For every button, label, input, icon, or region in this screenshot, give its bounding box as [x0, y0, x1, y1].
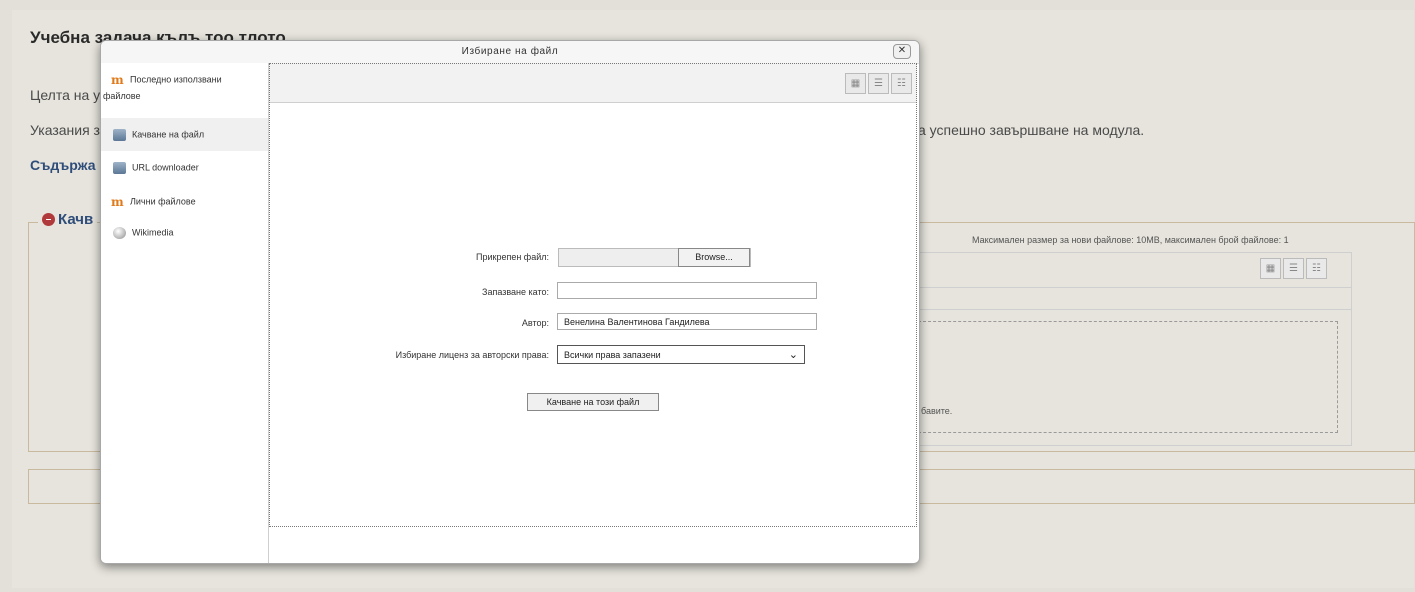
- license-label: Избиране лиценз за авторски права:: [395, 350, 549, 360]
- sidebar-item-label: Последно използвани: [130, 74, 222, 85]
- moodle-icon: m: [111, 195, 124, 209]
- drop-hint: бавите.: [921, 406, 953, 416]
- tree-view-icon[interactable]: ☷: [1306, 258, 1327, 279]
- instructions-text-tail: а успешно завършване на модула.: [918, 122, 1145, 138]
- tree-view-icon[interactable]: ☷: [891, 73, 912, 94]
- sidebar-item-label-line2: файлове: [103, 91, 141, 101]
- sidebar-item-recent-files[interactable]: m Последно използвани файлове: [101, 71, 268, 111]
- grid-view-icon[interactable]: ▦: [845, 73, 866, 94]
- sidebar-item-label: URL downloader: [132, 162, 199, 173]
- wikimedia-icon: [113, 227, 126, 239]
- fieldset-legend-label: Качв: [58, 211, 94, 228]
- sidebar-item-private-files[interactable]: m Лични файлове: [101, 187, 268, 217]
- sidebar-item-label: Качване на файл: [132, 129, 205, 140]
- close-icon[interactable]: ✕: [893, 44, 911, 59]
- sidebar-item-url-downloader[interactable]: URL downloader: [101, 153, 268, 185]
- moodle-icon: m: [111, 73, 124, 87]
- repository-sidebar: m Последно използвани файлове Качване на …: [101, 63, 269, 563]
- dialog-title: Избиране на файл: [461, 46, 559, 57]
- sidebar-item-upload-file[interactable]: Качване на файл: [101, 118, 268, 151]
- contents-link[interactable]: Съдържа: [30, 157, 95, 173]
- fieldset-legend[interactable]: – Качв: [38, 211, 98, 228]
- chevron-down-icon: ⌄: [788, 349, 798, 361]
- sidebar-item-label: Wikimedia: [132, 227, 174, 238]
- view-buttons: ▦ ☰ ☷: [845, 73, 912, 94]
- upload-file-button[interactable]: Качване на този файл: [527, 393, 659, 411]
- license-select-value: Всички права запазени: [564, 350, 661, 360]
- collapse-icon[interactable]: –: [42, 213, 55, 226]
- save-as-input[interactable]: [557, 282, 817, 299]
- list-view-icon[interactable]: ☰: [868, 73, 889, 94]
- max-size-info: Максимален размер за нови файлове: 10MB,…: [972, 235, 1289, 245]
- list-view-icon[interactable]: ☰: [1283, 258, 1304, 279]
- dialog-content: ▦ ☰ ☷ Прикрепен файл: Browse... Запазван…: [269, 63, 919, 563]
- attached-file-label: Прикрепен файл:: [476, 252, 549, 262]
- filemanager-path-bar: [901, 287, 1351, 310]
- upload-icon: [113, 162, 126, 174]
- file-picker-dialog: Избиране на файл ✕ m Последно използвани …: [100, 40, 920, 564]
- drop-zone[interactable]: бавите.: [918, 321, 1338, 433]
- author-label: Автор:: [521, 318, 549, 328]
- author-input[interactable]: Венелина Валентинова Гандилева: [557, 313, 817, 330]
- sidebar-item-wikimedia[interactable]: Wikimedia: [101, 221, 268, 251]
- upload-icon: [113, 129, 126, 141]
- instructions-text: Указания з: [30, 122, 100, 138]
- browse-button[interactable]: Browse...: [678, 248, 750, 267]
- intro-text: Целта на у: [30, 87, 101, 103]
- license-select[interactable]: Всички права запазени ⌄: [557, 345, 805, 364]
- save-as-label: Запазване като:: [482, 287, 549, 297]
- grid-view-icon[interactable]: ▦: [1260, 258, 1281, 279]
- dialog-toolbar: ▦ ☰ ☷: [269, 63, 917, 103]
- filemanager-view-buttons: ▦ ☰ ☷: [1260, 258, 1327, 279]
- sidebar-item-label: Лични файлове: [130, 196, 196, 207]
- dialog-header: Избиране на файл ✕: [101, 41, 919, 64]
